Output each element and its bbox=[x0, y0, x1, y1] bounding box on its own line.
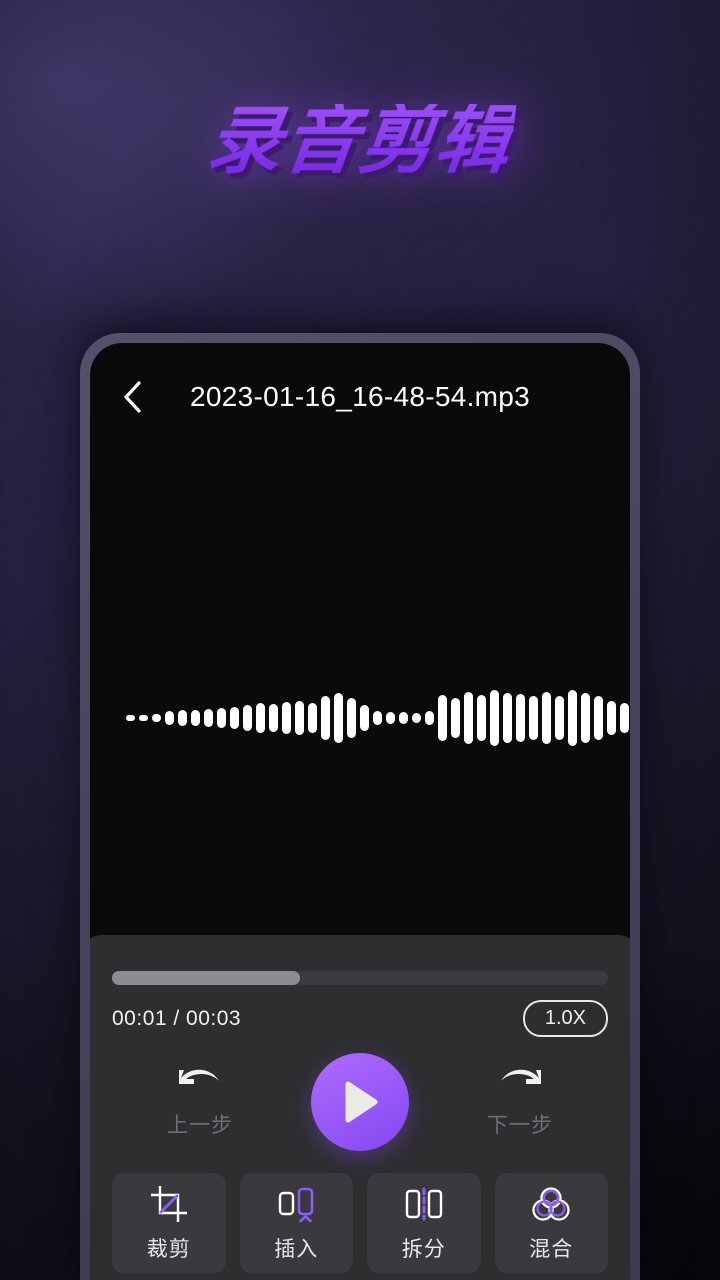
progress-row bbox=[112, 935, 608, 985]
waveform-bar bbox=[386, 712, 395, 724]
tool-label-insert: 插入 bbox=[274, 1237, 319, 1261]
play-button[interactable] bbox=[311, 1053, 409, 1151]
hero-banner: 录音剪辑 bbox=[0, 98, 720, 184]
progress-fill bbox=[112, 971, 301, 985]
waveform-bar bbox=[451, 698, 460, 738]
waveform-bar bbox=[126, 715, 135, 721]
waveform-bars[interactable] bbox=[90, 683, 630, 753]
undo-button[interactable]: 上一步 bbox=[140, 1065, 260, 1139]
waveform-bar bbox=[256, 703, 265, 733]
waveform-bar bbox=[321, 696, 330, 740]
tool-label-mix: 混合 bbox=[529, 1237, 574, 1261]
time-display: 00:01 / 00:03 bbox=[112, 1006, 242, 1030]
chevron-left-icon bbox=[124, 381, 141, 413]
progress-bar[interactable] bbox=[112, 971, 608, 985]
waveform-bar bbox=[542, 692, 551, 744]
waveform-bar bbox=[438, 695, 447, 741]
waveform-bar bbox=[568, 690, 577, 746]
crop-icon bbox=[150, 1185, 187, 1222]
waveform-bar bbox=[230, 707, 239, 729]
app-header: 2023-01-16_16-48-54.mp3 bbox=[90, 343, 630, 451]
waveform-bar bbox=[360, 705, 369, 731]
redo-label: 下一步 bbox=[487, 1114, 553, 1137]
insert-icon-wrap bbox=[275, 1184, 317, 1224]
mix-icon bbox=[532, 1186, 570, 1221]
waveform-bar bbox=[620, 703, 629, 733]
waveform-bar bbox=[503, 693, 512, 743]
split-icon bbox=[405, 1187, 442, 1220]
redo-arrow-icon bbox=[501, 1069, 541, 1084]
waveform-bar bbox=[308, 703, 317, 733]
tool-row: 裁剪 插入 拆分 混合 bbox=[112, 1173, 608, 1273]
transport-controls: 上一步 下一步 bbox=[112, 1053, 608, 1151]
waveform-bar bbox=[594, 696, 603, 740]
waveform-bar bbox=[516, 694, 525, 742]
phone-screen: 2023-01-16_16-48-54.mp3 00:01 / 00:03 1.… bbox=[90, 343, 630, 1280]
waveform-area[interactable] bbox=[90, 451, 630, 931]
crop-icon-wrap bbox=[149, 1184, 189, 1224]
playback-speed-button[interactable]: 1.0X bbox=[522, 1000, 608, 1037]
waveform-bar bbox=[464, 692, 473, 744]
waveform-bar bbox=[399, 712, 408, 724]
tool-button-split[interactable]: 拆分 bbox=[367, 1173, 481, 1273]
time-row: 00:01 / 00:03 1.0X bbox=[112, 1000, 608, 1037]
waveform-bar bbox=[607, 701, 616, 735]
waveform-bar bbox=[139, 715, 148, 721]
waveform-bar bbox=[555, 696, 564, 740]
waveform-bar bbox=[425, 711, 434, 725]
waveform-bar bbox=[477, 695, 486, 741]
insert-icon bbox=[279, 1187, 314, 1222]
undo-arrow-icon bbox=[179, 1069, 219, 1084]
undo-label: 上一步 bbox=[167, 1114, 233, 1137]
waveform-bar bbox=[581, 693, 590, 743]
mix-icon-wrap bbox=[530, 1184, 572, 1224]
waveform-bar bbox=[204, 709, 213, 727]
waveform-bar bbox=[490, 690, 499, 746]
split-icon-wrap bbox=[403, 1184, 445, 1224]
waveform-bar bbox=[165, 711, 174, 725]
waveform-bar bbox=[295, 701, 304, 735]
tool-label-split: 拆分 bbox=[401, 1237, 446, 1261]
tool-button-insert[interactable]: 插入 bbox=[239, 1173, 353, 1273]
redo-button[interactable]: 下一步 bbox=[460, 1065, 580, 1139]
waveform-bar bbox=[178, 710, 187, 726]
waveform-bar bbox=[347, 698, 356, 738]
waveform-bar bbox=[191, 710, 200, 726]
waveform-bar bbox=[217, 708, 226, 728]
file-name-title: 2023-01-16_16-48-54.mp3 bbox=[189, 381, 531, 412]
waveform-bar bbox=[243, 705, 252, 731]
screenshot-root: 录音剪辑 2023-01-16_16-48-54.mp3 00:01 / 00:… bbox=[0, 0, 720, 1280]
tool-button-crop[interactable]: 裁剪 bbox=[112, 1173, 226, 1273]
phone-mockup: 2023-01-16_16-48-54.mp3 00:01 / 00:03 1.… bbox=[80, 333, 640, 1280]
waveform-bar bbox=[334, 693, 343, 743]
waveform-bar bbox=[412, 713, 421, 723]
tool-label-crop: 裁剪 bbox=[146, 1237, 191, 1261]
player-control-panel: 00:01 / 00:03 1.0X 上一步 下一步 裁剪 插入 拆分 混合 bbox=[90, 935, 630, 1280]
waveform-bar bbox=[373, 711, 382, 725]
play-triangle-icon bbox=[345, 1081, 378, 1123]
page-title: 录音剪辑 bbox=[202, 98, 518, 184]
waveform-bar bbox=[282, 702, 291, 734]
back-button[interactable] bbox=[112, 377, 152, 417]
waveform-bar bbox=[269, 704, 278, 732]
tool-button-mix[interactable]: 混合 bbox=[494, 1173, 608, 1273]
waveform-bar bbox=[529, 696, 538, 740]
waveform-bar bbox=[152, 714, 161, 722]
